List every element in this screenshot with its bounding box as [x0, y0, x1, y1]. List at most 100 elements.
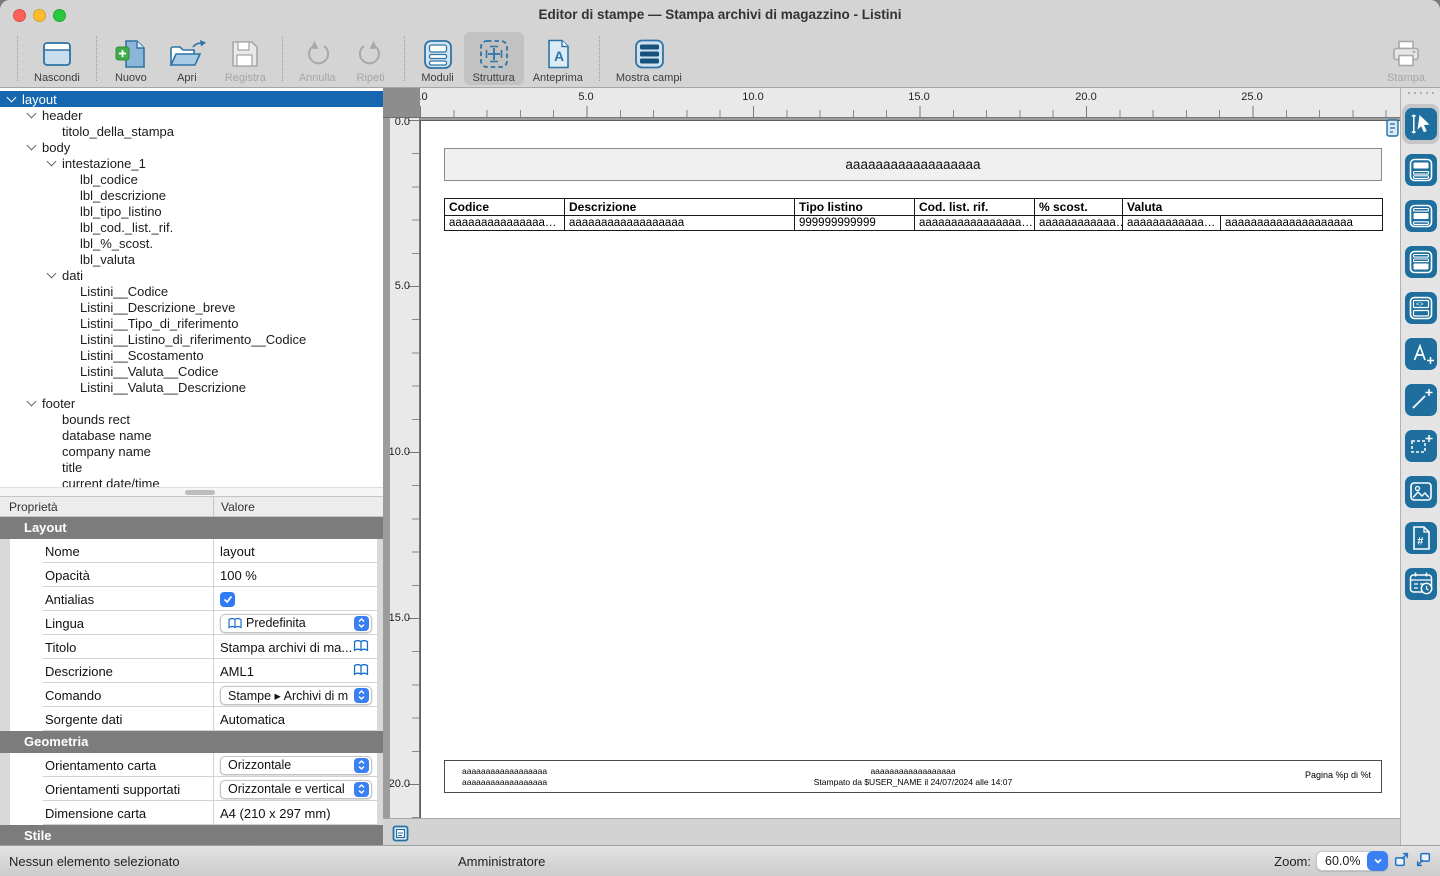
chevron-down-icon[interactable]	[1367, 851, 1388, 871]
tree-item-lbl-tipo-listino[interactable]: lbl_tipo_listino	[0, 203, 383, 219]
left-panel: layout header titolo_della_stampa body i…	[0, 88, 383, 845]
sorgente-dati-value[interactable]: Automatica	[213, 707, 377, 731]
tree-item-database-name[interactable]: database name	[0, 427, 383, 443]
nome-value[interactable]: layout	[213, 539, 377, 563]
titolo-value[interactable]: Stampa archivi di ma...	[213, 635, 377, 659]
add-text-tool[interactable]	[1405, 338, 1437, 370]
show-fields-button[interactable]: Mostra campi	[607, 32, 691, 85]
hide-sidebar-button[interactable]: Nascondi	[25, 32, 89, 85]
properties-column-label: Proprietà	[9, 500, 58, 514]
property-row-opacita: Opacità 100 %	[10, 563, 377, 587]
report-footer-band[interactable]: aaaaaaaaaaaaaaaaaa aaaaaaaaaaaaaaaaaa aa…	[444, 760, 1382, 793]
tree-item-listini-listino-di-riferimento-codice[interactable]: Listini__Listino_di_riferimento__Codice	[0, 331, 383, 347]
design-canvas: 0.0 5.0 10.0 15.0 20.0 25.0 0.0 5.0 10.0…	[383, 88, 1400, 845]
tree-item-lbl-descrizione[interactable]: lbl_descrizione	[0, 187, 383, 203]
report-table[interactable]: Codice Descrizione Tipo listino Cod. lis…	[444, 198, 1383, 231]
toolbar-separator	[17, 36, 18, 81]
tree-item-listini-valuta-descrizione[interactable]: Listini__Valuta__Descrizione	[0, 379, 383, 395]
data-cell[interactable]: aaaaaaaaaaaa…	[1123, 216, 1221, 231]
open-button[interactable]: Apri	[158, 32, 216, 85]
add-image-tool[interactable]	[1405, 476, 1437, 508]
column-divider	[213, 497, 214, 516]
tree-item-dati[interactable]: dati	[0, 267, 383, 283]
tree-item-listini-codice[interactable]: Listini__Codice	[0, 283, 383, 299]
structure-button[interactable]: Struttura	[464, 32, 524, 85]
data-cell[interactable]: 999999999999	[795, 216, 915, 231]
tree-item-layout[interactable]: layout	[0, 91, 383, 107]
scrollbar-thumb[interactable]	[185, 490, 215, 495]
dimensione-carta-value[interactable]: A4 (210 x 297 mm)	[213, 801, 377, 825]
property-row-descrizione: Descrizione AML1	[10, 659, 377, 683]
opacita-value[interactable]: 100 %	[213, 563, 377, 587]
tree-item-titolo-della-stampa[interactable]: titolo_della_stampa	[0, 123, 383, 139]
zoom-fit-page-button[interactable]	[1393, 851, 1410, 871]
orientamenti-popup[interactable]: Orizzontale e vertical	[220, 780, 372, 799]
palette-drag-handle[interactable]	[1401, 92, 1440, 94]
tree-horizontal-scrollbar[interactable]	[0, 487, 383, 496]
tree-item-lbl-scost[interactable]: lbl_%_scost.	[0, 235, 383, 251]
tree-item-current-date-time[interactable]: current date/time	[0, 475, 383, 487]
footer-band-tool[interactable]	[1405, 246, 1437, 278]
data-cell[interactable]: aaaaaaaaaaaaaaaaaaaa	[1221, 216, 1383, 231]
tree-item-listini-descrizione-breve[interactable]: Listini__Descrizione_breve	[0, 299, 383, 315]
toolbar-separator	[282, 36, 283, 81]
preview-button[interactable]: A Anteprima	[524, 32, 592, 85]
header-band-tool[interactable]	[1405, 154, 1437, 186]
tree-item-listini-tipo-di-riferimento[interactable]: Listini__Tipo_di_riferimento	[0, 315, 383, 331]
localize-book-icon[interactable]	[353, 639, 369, 656]
window-title: Editor di stampe — Stampa archivi di mag…	[0, 7, 1440, 22]
zoom-combobox[interactable]: 60.0%	[1316, 851, 1388, 871]
data-cell[interactable]: aaaaaaaaaaaaaaaaaa	[565, 216, 795, 231]
section-geometria[interactable]: Geometria	[0, 731, 383, 753]
footer-page-number: Pagina %p di %t	[1305, 770, 1371, 780]
structure-icon	[477, 35, 511, 72]
tree-item-listini-scostamento[interactable]: Listini__Scostamento	[0, 347, 383, 363]
tree-item-body[interactable]: body	[0, 139, 383, 155]
header-cell-valuta[interactable]: Valuta	[1123, 199, 1383, 216]
tree-item-lbl-cod-list-rif[interactable]: lbl_cod._list._rif.	[0, 219, 383, 235]
report-page[interactable]: aaaaaaaaaaaaaaaaaa Codice Descrizione Ti…	[420, 120, 1400, 818]
header-cell-scost[interactable]: % scost.	[1035, 199, 1123, 216]
date-time-tool[interactable]	[1405, 568, 1437, 600]
new-button[interactable]: Nuovo	[104, 32, 158, 85]
header-cell-descrizione[interactable]: Descrizione	[565, 199, 795, 216]
tree-item-footer[interactable]: footer	[0, 395, 383, 411]
header-cell-cod-list-rif[interactable]: Cod. list. rif.	[915, 199, 1035, 216]
tree-item-lbl-valuta[interactable]: lbl_valuta	[0, 251, 383, 267]
data-cell[interactable]: aaaaaaaaaaaaaaa…	[445, 216, 565, 231]
section-stile[interactable]: Stile	[0, 825, 383, 845]
body-band-tool[interactable]	[1405, 200, 1437, 232]
tree-item-lbl-codice[interactable]: lbl_codice	[0, 171, 383, 187]
add-rect-tool[interactable]	[1405, 430, 1437, 462]
tree-item-intestazione-1[interactable]: intestazione_1	[0, 155, 383, 171]
property-row-lingua: Lingua Predefinita	[10, 611, 377, 635]
zoom-fit-width-button[interactable]	[1415, 851, 1432, 871]
property-row-orientamento-carta: Orientamento carta Orizzontale	[10, 753, 377, 777]
tree-item-bounds-rect[interactable]: bounds rect	[0, 411, 383, 427]
data-cell[interactable]: aaaaaaaaaaaaaaaa…	[915, 216, 1035, 231]
header-cell-tipo-listino[interactable]: Tipo listino	[795, 199, 915, 216]
add-line-tool[interactable]	[1405, 384, 1437, 416]
tree-item-header[interactable]: header	[0, 107, 383, 123]
antialias-checkbox[interactable]	[220, 592, 235, 607]
pointer-tool[interactable]	[1405, 108, 1437, 140]
page-number-tool[interactable]: #	[1405, 522, 1437, 554]
tree-item-company-name[interactable]: company name	[0, 443, 383, 459]
page-indicator-icon[interactable]	[392, 825, 409, 845]
hide-sidebar-icon	[40, 35, 74, 72]
descrizione-value[interactable]: AML1	[213, 659, 377, 683]
tree-item-title[interactable]: title	[0, 459, 383, 475]
section-layout[interactable]: Layout	[0, 517, 383, 539]
tree-item-listini-valuta-codice[interactable]: Listini__Valuta__Codice	[0, 363, 383, 379]
lingua-popup[interactable]: Predefinita	[220, 614, 372, 633]
preview-icon: A	[541, 35, 575, 72]
code-band-tool[interactable]: <>	[1405, 292, 1437, 324]
report-title-band[interactable]: aaaaaaaaaaaaaaaaaa	[444, 148, 1382, 181]
comando-popup[interactable]: Stampe ▸ Archivi di m	[220, 686, 372, 705]
data-cell[interactable]: aaaaaaaaaaaa…	[1035, 216, 1123, 231]
toolbar-separator	[96, 36, 97, 81]
orientamento-popup[interactable]: Orizzontale	[220, 756, 372, 775]
localize-book-icon[interactable]	[353, 663, 369, 680]
header-cell-codice[interactable]: Codice	[445, 199, 565, 216]
modules-button[interactable]: Moduli	[412, 32, 464, 85]
